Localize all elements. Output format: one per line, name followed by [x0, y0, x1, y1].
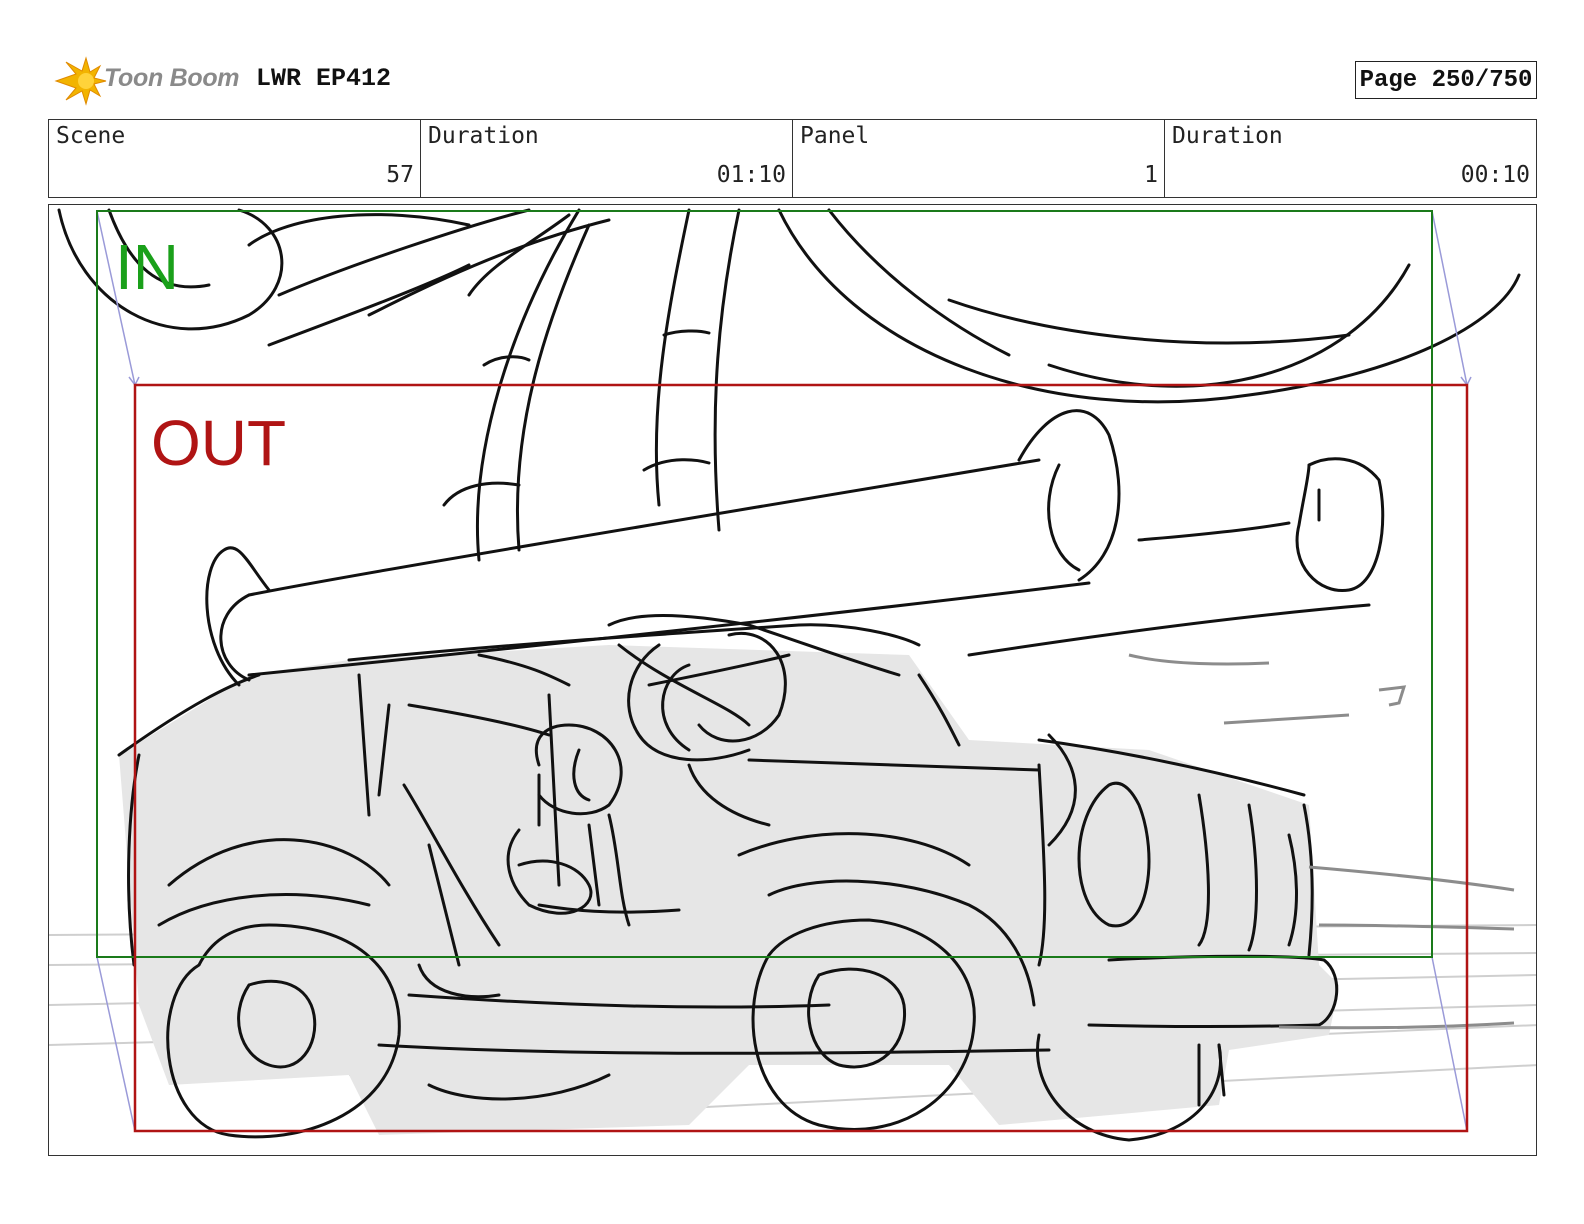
panel-value: 1 [1144, 162, 1158, 188]
panel-duration-label: Duration [1172, 123, 1283, 149]
scene-label: Scene [56, 123, 126, 149]
panel-duration-cell: Duration 00:10 [1165, 120, 1536, 197]
scene-value: 57 [386, 162, 414, 188]
page-indicator: Page 250/750 [1355, 61, 1537, 99]
panel-duration-value: 00:10 [1460, 162, 1530, 188]
logo-text: Toon Boom [104, 64, 240, 92]
panel-info-table: Scene 57 Duration 01:10 Panel 1 Duration… [48, 119, 1537, 198]
in-frame-label: IN [115, 231, 179, 303]
storyboard-panel: IN OUT [48, 204, 1537, 1156]
storyboard-sketch [49, 208, 1536, 1142]
panel-label: Panel [800, 123, 870, 149]
scene-duration-label: Duration [428, 123, 539, 149]
project-title: LWR EP412 [256, 64, 392, 93]
panel-cell: Panel 1 [793, 120, 1165, 197]
scene-duration-cell: Duration 01:10 [421, 120, 793, 197]
scene-duration-value: 01:10 [716, 162, 786, 188]
out-frame-label: OUT [151, 407, 287, 479]
scene-cell: Scene 57 [49, 120, 421, 197]
